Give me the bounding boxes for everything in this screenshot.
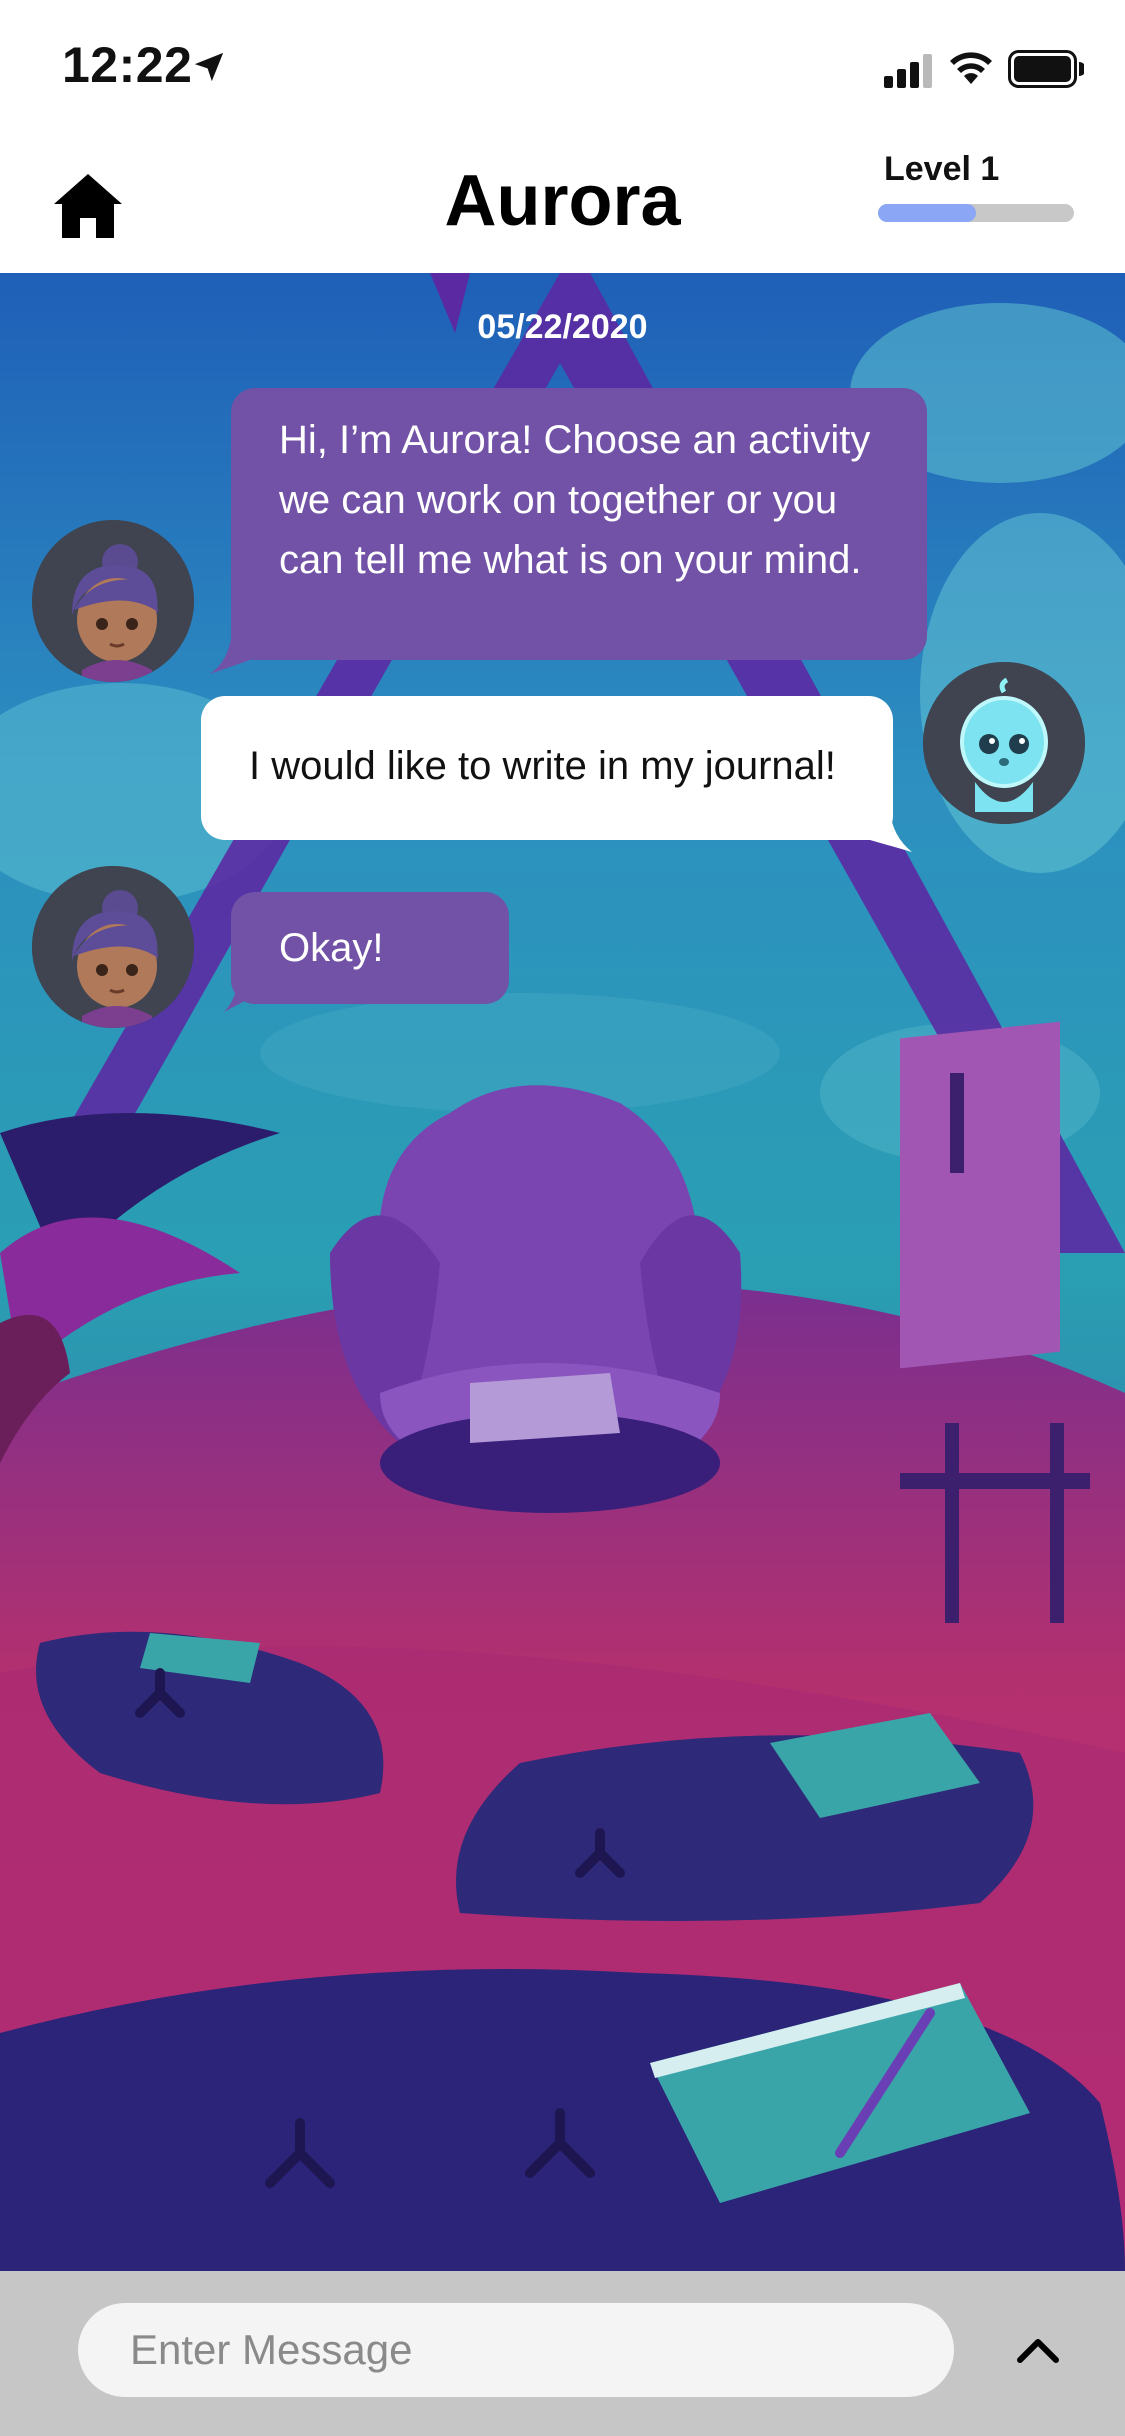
chevron-up-icon[interactable]: [1014, 2326, 1062, 2374]
bot-bubble-tail: [224, 972, 254, 1012]
level-progress-bar: [878, 204, 1074, 222]
user-bubble-tail: [870, 810, 912, 852]
message-input[interactable]: [78, 2303, 954, 2397]
aurora-avatar: [32, 520, 194, 682]
bot-message-bubble: Okay!: [231, 892, 509, 1004]
user-avatar-icon: [923, 662, 1085, 824]
status-time: 12:22: [62, 37, 193, 93]
aurora-avatar-icon: [32, 866, 194, 1028]
bot-message-bubble: Hi, I’m Aurora! Choose an activity we ca…: [231, 388, 927, 660]
chat-date: 05/22/2020: [477, 308, 648, 346]
level-progress-fill: [878, 204, 976, 222]
bot-message-text: Okay!: [279, 926, 384, 970]
user-avatar: [923, 662, 1085, 824]
user-message-text: I would like to write in my journal!: [249, 744, 836, 788]
user-message-bubble: I would like to write in my journal!: [201, 696, 893, 840]
location-arrow-icon: [194, 52, 224, 82]
cellular-signal-icon: [884, 54, 932, 88]
aurora-avatar: [32, 866, 194, 1028]
battery-icon: [1008, 50, 1084, 88]
bot-message-text: Hi, I’m Aurora! Choose an activity we ca…: [279, 418, 871, 582]
level-label: Level 1: [884, 150, 1000, 188]
wifi-icon: [950, 52, 992, 84]
aurora-avatar-icon: [32, 520, 194, 682]
bot-bubble-tail: [210, 630, 250, 674]
